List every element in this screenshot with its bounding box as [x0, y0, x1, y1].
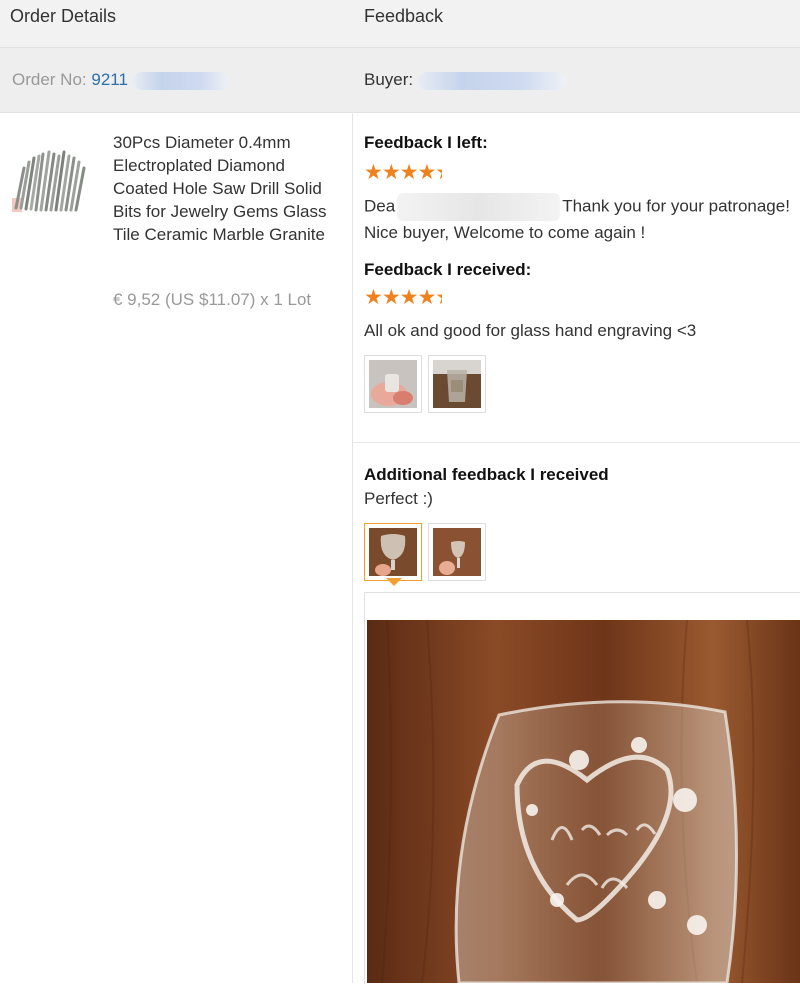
star-icon: ★ — [381, 286, 401, 309]
order-number: Order No: 9211 — [12, 70, 229, 90]
column-divider — [352, 112, 353, 983]
redacted-buyer-name — [397, 193, 561, 221]
product-price: € 9,52 (US $11.07) x 1 Lot — [113, 290, 312, 309]
more-dots-icon[interactable]: ⋮ — [795, 598, 800, 615]
additional-feedback-text: Perfect :) — [364, 489, 433, 508]
buyer-info: Buyer: — [364, 70, 566, 90]
buyer-label: Buyer: — [364, 70, 414, 89]
feedback-left-text: Dea Thank you for your patronage! Nice bu… — [364, 193, 794, 244]
section-divider — [353, 442, 800, 443]
feedback-received-rating: ★★★★★ — [364, 285, 442, 310]
star-icon: ★ — [399, 161, 419, 184]
star-icon: ★ — [435, 160, 442, 185]
feedback-left-heading: Feedback I left: — [364, 133, 488, 152]
order-info-row: Order No: 9211 Buyer: — [0, 47, 800, 113]
additional-feedback-heading: Additional feedback I received — [364, 465, 609, 484]
star-icon: ★ — [435, 285, 442, 310]
feedback-heading: Feedback — [364, 6, 444, 26]
order-details-heading: Order Details — [10, 6, 117, 26]
table-header: Order Details Feedback — [0, 0, 800, 47]
star-icon: ★ — [417, 286, 436, 309]
feedback-photo-thumbnail[interactable] — [428, 355, 486, 413]
star-icon: ★ — [364, 286, 383, 309]
order-number-link[interactable]: 9211 — [91, 70, 128, 89]
feedback-received-heading: Feedback I received: — [364, 260, 532, 279]
additional-photo-thumbnail-selected[interactable] — [364, 523, 422, 581]
enlarged-feedback-photo — [367, 619, 800, 985]
redacted-buyer-name — [417, 71, 566, 90]
star-icon: ★ — [399, 286, 419, 309]
star-icon: ★ — [381, 161, 401, 184]
star-icon: ★ — [364, 161, 383, 184]
feedback-photo-thumbnail[interactable] — [364, 355, 422, 413]
product-title[interactable]: 30Pcs Diameter 0.4mm Electroplated Diamo… — [113, 131, 341, 246]
redacted-order-number — [132, 71, 229, 90]
order-number-label: Order No: — [12, 70, 87, 89]
additional-photo-thumbnail[interactable] — [428, 523, 486, 581]
feedback-received-text: All ok and good for glass hand engraving… — [364, 321, 697, 340]
selected-indicator — [386, 578, 402, 586]
star-icon: ★ — [417, 161, 436, 184]
product-thumbnail[interactable] — [12, 148, 90, 212]
feedback-left-text-start: Dea — [364, 196, 396, 216]
feedback-left-rating: ★★★★★ — [364, 160, 442, 185]
